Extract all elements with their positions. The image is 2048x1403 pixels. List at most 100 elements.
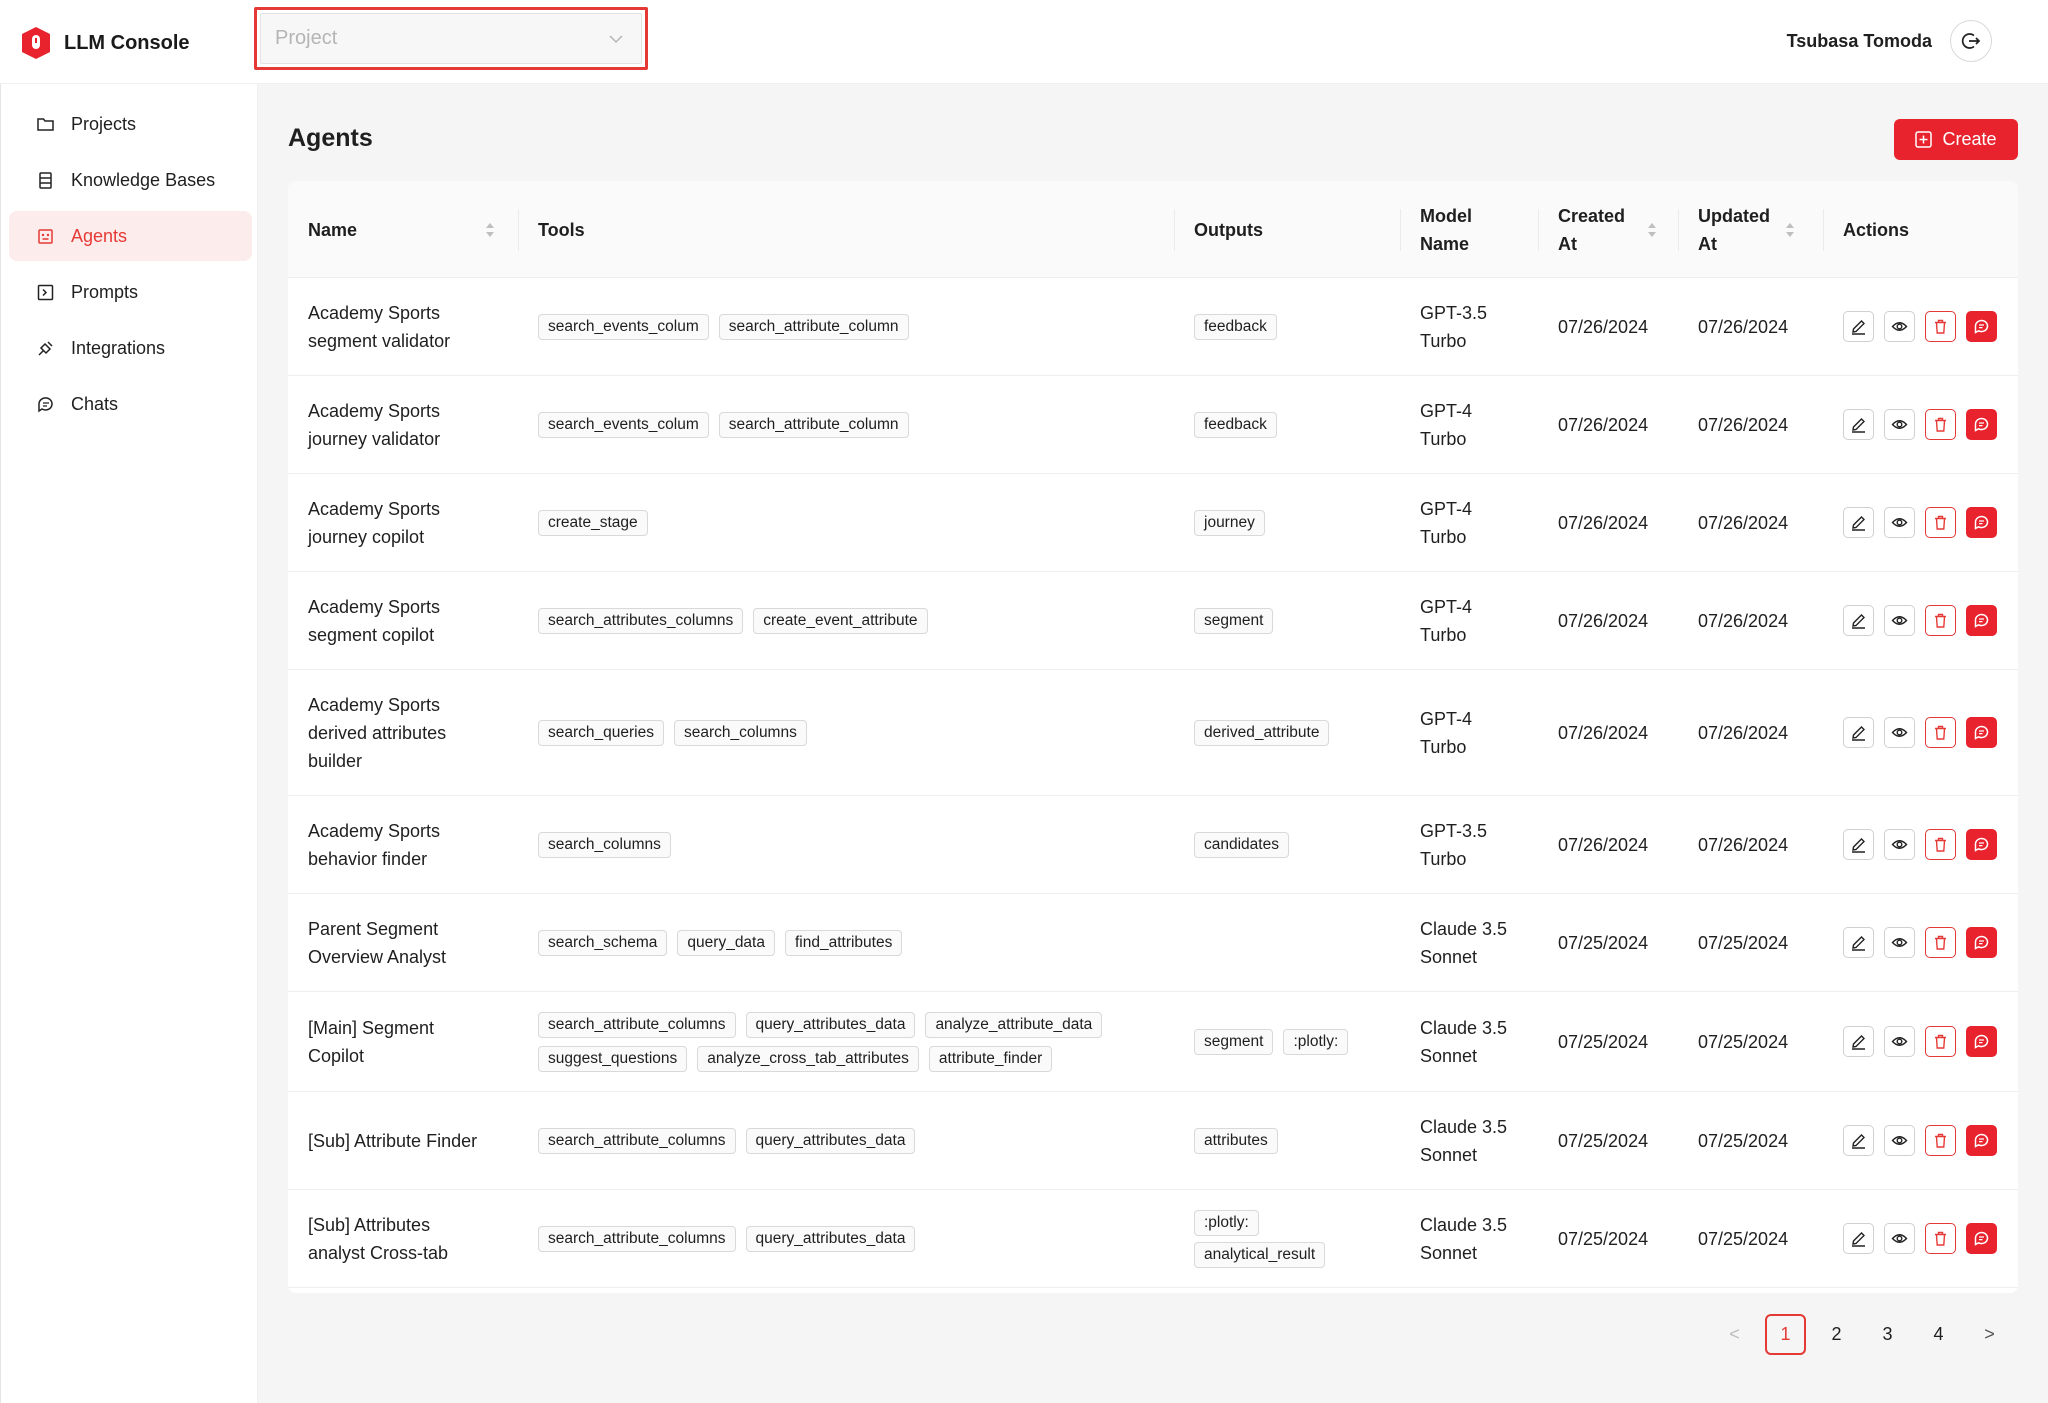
delete-button[interactable] [1925,605,1956,636]
sidebar-item-agents[interactable]: Agents [9,211,252,261]
brand[interactable]: LLM Console [20,26,190,60]
table-row: Academy Sports derived attributes builde… [288,670,2018,796]
sort-icon[interactable] [1784,221,1796,239]
tool-tag: query_attributes_data [745,1011,916,1038]
edit-button[interactable] [1843,717,1874,748]
user-area: Tsubasa Tomoda [1787,20,1992,62]
delete-button[interactable] [1925,927,1956,958]
edit-button[interactable] [1843,409,1874,440]
sidebar-item-knowledge-bases[interactable]: Knowledge Bases [9,155,252,205]
sidebar-item-integrations[interactable]: Integrations [9,323,252,373]
pagination-next[interactable]: > [1969,1314,2010,1355]
chat-button[interactable] [1966,717,1997,748]
sidebar-item-chats[interactable]: Chats [9,379,252,429]
chat-button[interactable] [1966,409,1997,440]
view-button[interactable] [1884,829,1915,860]
edit-button[interactable] [1843,1125,1874,1156]
main-content: Agents Create Name Tools Outputs Model N… [258,84,2048,1403]
eye-icon [1891,728,1908,737]
sidebar-item-projects[interactable]: Projects [9,99,252,149]
edit-icon [1852,726,1865,741]
model-name: Claude 3.5 Sonnet [1420,1017,1508,1066]
delete-button[interactable] [1925,829,1956,860]
view-button[interactable] [1884,605,1915,636]
chat-button[interactable] [1966,1125,1997,1156]
chat-button[interactable] [1966,1223,1997,1254]
chat-button[interactable] [1966,507,1997,538]
chat-button[interactable] [1966,1026,1997,1057]
sort-icon[interactable] [484,221,496,239]
outputs-cell: feedback [1194,278,1394,375]
app-name: LLM Console [64,31,190,54]
tool-tag: attribute_finder [928,1045,1053,1072]
view-button[interactable] [1884,1125,1915,1156]
tool-tag: search_attribute_column [718,313,909,340]
table-row: Academy Sports segment copilot search_at… [288,572,2018,670]
view-button[interactable] [1884,409,1915,440]
view-button[interactable] [1884,507,1915,538]
delete-button[interactable] [1925,507,1956,538]
project-select[interactable]: Project [254,7,648,70]
sidebar-item-prompts[interactable]: Prompts [9,267,252,317]
view-button[interactable] [1884,1223,1915,1254]
delete-button[interactable] [1925,1223,1956,1254]
create-button[interactable]: Create [1894,119,2018,160]
created-at: 07/26/2024 [1558,610,1649,631]
edit-icon [1852,838,1865,853]
table-row: Academy Sports behavior finder search_co… [288,796,2018,894]
column-header-created-at[interactable]: Created At [1558,181,1625,278]
trash-icon [1935,515,1946,530]
chat-button[interactable] [1966,829,1997,860]
eye-icon [1891,1136,1908,1145]
pagination-page[interactable]: 4 [1918,1314,1959,1355]
eye-icon [1891,1037,1908,1046]
tool-tag: suggest_questions [538,1045,688,1072]
edit-button[interactable] [1843,1026,1874,1057]
outputs-cell: :plotly: analytical_result [1194,1190,1394,1287]
chat-button[interactable] [1966,311,1997,342]
edit-button[interactable] [1843,605,1874,636]
column-header-name[interactable]: Name [308,181,357,278]
column-header-updated-at[interactable]: Updated At [1698,181,1770,278]
outputs-cell [1194,894,1394,991]
terminal-icon [37,284,54,300]
model-name: Claude 3.5 Sonnet [1420,918,1508,967]
pagination-page[interactable]: 1 [1765,1314,1806,1355]
delete-button[interactable] [1925,1026,1956,1057]
output-tag: :plotly: [1194,1209,1259,1236]
view-button[interactable] [1884,311,1915,342]
tool-tag: create_stage [538,509,648,536]
delete-button[interactable] [1925,409,1956,440]
model-name: GPT-4 Turbo [1420,498,1473,547]
delete-button[interactable] [1925,1125,1956,1156]
sidebar-item-label: Projects [71,113,137,134]
sort-icon[interactable] [1646,221,1658,239]
logout-button[interactable] [1950,20,1992,62]
chat-button[interactable] [1966,605,1997,636]
chat-button[interactable] [1966,927,1997,958]
edit-button[interactable] [1843,829,1874,860]
edit-button[interactable] [1843,311,1874,342]
edit-icon [1852,320,1865,335]
delete-button[interactable] [1925,311,1956,342]
tools-cell: search_schema query_data find_attributes [538,894,1158,991]
agent-name: [Sub] Attribute Finder [308,1130,478,1151]
updated-at: 07/26/2024 [1698,512,1789,533]
model-name: GPT-3.5 Turbo [1420,820,1488,869]
pagination-page[interactable]: 2 [1816,1314,1857,1355]
tools-cell: search_columns [538,796,1158,893]
view-button[interactable] [1884,927,1915,958]
edit-button[interactable] [1843,927,1874,958]
sidebar-item-label: Knowledge Bases [71,169,216,190]
edit-button[interactable] [1843,507,1874,538]
view-button[interactable] [1884,1026,1915,1057]
chat-icon [38,396,53,412]
tools-cell: search_attribute_columns query_attributes… [538,1092,1158,1189]
plus-square-icon [1915,131,1933,148]
pagination-prev[interactable]: < [1714,1314,1755,1355]
delete-button[interactable] [1925,717,1956,748]
output-tag: feedback [1194,411,1277,438]
view-button[interactable] [1884,717,1915,748]
edit-button[interactable] [1843,1223,1874,1254]
pagination-page[interactable]: 3 [1867,1314,1908,1355]
